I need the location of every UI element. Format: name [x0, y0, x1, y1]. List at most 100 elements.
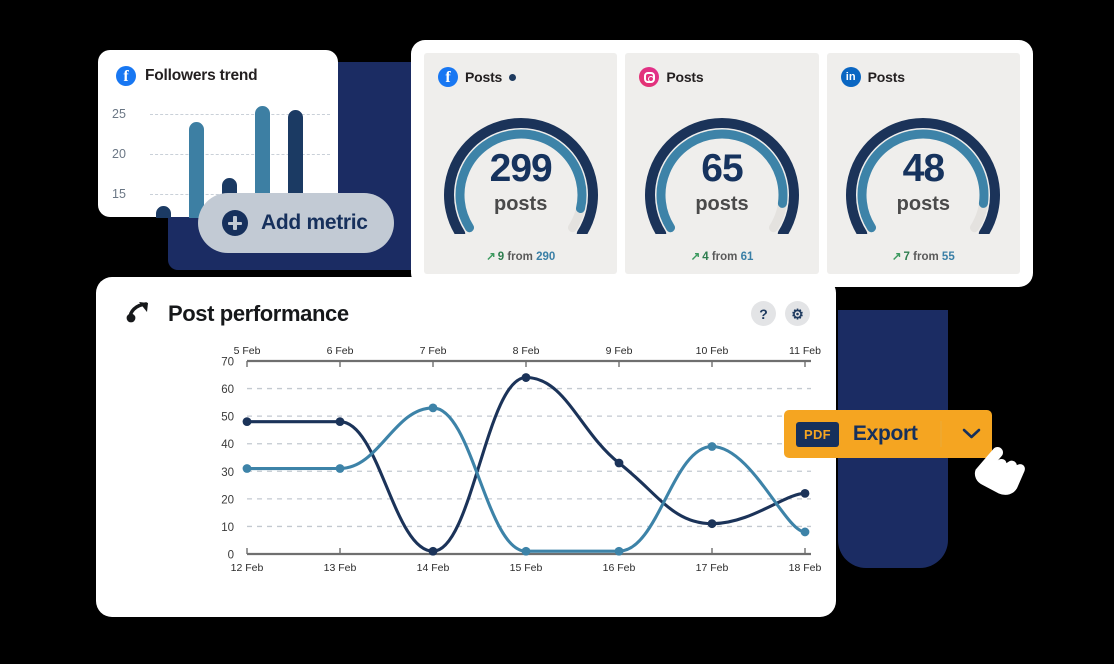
y-tick-label: 40	[221, 439, 234, 451]
facebook-icon: f	[438, 67, 458, 87]
bar-y-tick-label: 25	[112, 107, 126, 121]
series-point	[800, 488, 810, 498]
gauge-header: Posts	[625, 53, 818, 87]
series-point	[707, 442, 717, 451]
top-x-tick-label: 5 Feb	[234, 345, 261, 357]
gauge-tile-facebook: f Posts 299 posts ↗ 9 from 290	[424, 53, 618, 274]
gauge-title: Posts	[666, 69, 704, 85]
gauge-delta: ↗ 4 from 61	[625, 249, 818, 263]
page-title: Post performance	[168, 300, 349, 326]
add-metric-label: Add metric	[261, 211, 368, 234]
followers-trend-title: Followers trend	[145, 67, 258, 84]
gauge-from-label: from	[507, 251, 533, 263]
trend-up-arrow-icon: ↗	[690, 251, 701, 263]
post-performance-card: Post performance ? ⚙ 0 10 20 30 40 50 60 70 5 Fe…	[96, 277, 836, 617]
series-point	[800, 527, 810, 537]
top-x-tick-label: 8 Feb	[513, 345, 540, 357]
export-divider	[939, 421, 942, 447]
add-metric-button[interactable]: Add metric	[198, 193, 394, 253]
top-x-tick-label: 11 Feb	[789, 345, 821, 357]
gauge-delta-value: 9	[497, 251, 505, 263]
gauge-from-label: from	[711, 251, 738, 263]
post-performance-line-chart: 0 10 20 30 40 50 60 705 Feb 6 Feb 7 Feb 8 Feb 9 Feb…	[221, 345, 822, 574]
series-point	[707, 519, 717, 529]
help-glyph: ?	[759, 305, 768, 322]
bar	[156, 206, 171, 218]
export-button[interactable]: PDF Export	[784, 410, 992, 458]
followers-trend-header: f Followers trend	[98, 50, 338, 86]
gauge-delta: ↗ 9 from 290	[424, 249, 617, 263]
series-point	[614, 458, 624, 468]
y-tick-label: 10	[221, 522, 234, 534]
facebook-icon: f	[116, 66, 136, 86]
y-tick-label: 20	[221, 494, 234, 506]
series-point	[428, 546, 438, 556]
settings-glyph: ⚙	[791, 305, 804, 322]
bottom-x-tick-label: 14 Feb	[417, 562, 450, 574]
gauge-previous-value: 61	[740, 251, 754, 263]
y-tick-label: 0	[228, 550, 234, 562]
gauge-center-readout: 48 posts	[827, 149, 1020, 216]
live-status-dot	[509, 73, 517, 81]
gauge-title: Posts	[465, 69, 503, 85]
gauge-delta: ↗ 7 from 55	[827, 249, 1020, 263]
bottom-x-tick-label: 15 Feb	[510, 562, 543, 574]
gauge-tile-instagram: Posts 65 posts ↗ 4 from 61	[625, 53, 819, 274]
bar	[189, 122, 204, 218]
bar-gridline	[150, 154, 330, 155]
y-tick-label: 60	[221, 384, 234, 396]
posts-gauges-card: f Posts 299 posts ↗ 9 from 290 Posts 65 posts ↗ 4 …	[411, 40, 1033, 287]
top-x-tick-label: 10 Feb	[696, 345, 729, 357]
bar-gridline	[150, 114, 330, 115]
gauge-from-label: from	[913, 251, 939, 263]
gauge-header: f Posts	[424, 53, 617, 87]
question-mark-icon[interactable]: ?	[751, 301, 776, 326]
series-line	[245, 406, 807, 553]
top-x-tick-label: 7 Feb	[420, 345, 447, 357]
gauge-delta-value: 7	[903, 251, 910, 263]
gear-icon[interactable]: ⚙	[785, 301, 810, 326]
gauge-center-readout: 299 posts	[424, 149, 617, 216]
gauge-title: Posts	[867, 69, 905, 85]
gauge-previous-value: 290	[536, 251, 556, 263]
series-point	[521, 546, 531, 556]
gauge-header: in Posts	[827, 53, 1020, 87]
gauge-value: 299	[489, 147, 553, 190]
trend-up-arrow-icon: ↗	[891, 251, 902, 263]
bar-y-tick-label: 20	[112, 147, 126, 161]
bottom-x-tick-label: 18 Feb	[789, 562, 822, 574]
gauge-tile-linkedin: in Posts 48 posts ↗ 7 from 55	[826, 53, 1020, 274]
plus-circle-icon	[222, 210, 248, 236]
series-point	[614, 546, 624, 556]
bar-y-tick-label: 15	[112, 187, 126, 201]
pointing-hand-cursor	[974, 447, 1025, 495]
gauge-center-readout: 65 posts	[625, 149, 818, 216]
series-point	[335, 464, 345, 473]
gauge-previous-value: 55	[941, 251, 955, 263]
instagram-icon	[639, 67, 660, 87]
post-performance-actions: ? ⚙	[751, 301, 810, 326]
series-line	[245, 375, 807, 553]
gauge-delta-value: 4	[702, 251, 709, 263]
followers-trend-card: f Followers trend 15 20 25	[98, 50, 338, 218]
gauge-value: 65	[701, 147, 743, 190]
top-x-tick-label: 9 Feb	[606, 345, 633, 357]
gauge-unit: posts	[493, 193, 548, 215]
trend-note-icon	[126, 299, 152, 328]
series-point	[242, 464, 252, 473]
y-tick-label: 50	[221, 412, 234, 424]
gauge-value: 48	[902, 147, 945, 190]
top-x-tick-label: 6 Feb	[327, 345, 354, 357]
pdf-format-badge: PDF	[796, 421, 839, 447]
bottom-x-tick-label: 13 Feb	[324, 562, 357, 574]
bottom-x-tick-label: 12 Feb	[231, 562, 264, 574]
screenshot-root: f Followers trend 15 20 25 Add metric f Pos…	[0, 0, 1114, 664]
series-point	[335, 417, 345, 427]
series-point	[521, 373, 531, 382]
bottom-x-tick-label: 16 Feb	[603, 562, 636, 574]
series-point	[428, 403, 438, 413]
trend-up-arrow-icon: ↗	[486, 251, 496, 263]
y-tick-label: 30	[221, 467, 234, 479]
post-performance-header: Post performance ? ⚙	[96, 277, 836, 328]
bottom-x-tick-label: 17 Feb	[696, 562, 729, 574]
